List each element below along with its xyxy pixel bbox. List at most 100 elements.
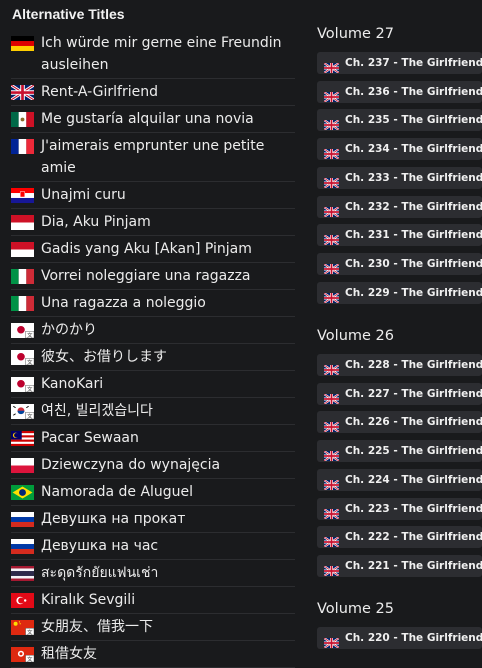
chapter-row[interactable]: Ch. 231 - The Girlfriend ar [317, 224, 482, 247]
alt-title-row: Namorada de Aluguel [11, 479, 295, 506]
alt-title-row: Unajmi curu [11, 182, 295, 209]
de-flag-icon [11, 36, 34, 51]
chapter-row[interactable]: Ch. 229 - The Girlfriend an [317, 281, 482, 304]
fr-flag-icon [11, 139, 34, 154]
id-flag-icon [11, 242, 34, 257]
chapter-title[interactable]: Ch. 234 - The Girlfriend an [345, 143, 482, 155]
chapter-row[interactable]: Ch. 234 - The Girlfriend an [317, 138, 482, 161]
gb-flag-icon [323, 475, 340, 491]
ru-flag-icon [11, 512, 34, 527]
volume-title: Volume 26 [317, 328, 394, 344]
chapter-title[interactable]: Ch. 226 - The Girlfriend an [345, 416, 482, 428]
chapter-title[interactable]: Ch. 224 - The Girlfriend an [345, 474, 482, 486]
chapter-title[interactable]: Ch. 232 - The Girlfriend an [345, 201, 482, 213]
chapter-title[interactable]: Ch. 221 - The Girlfriend ar [345, 560, 482, 572]
chapter-title[interactable]: Ch. 233 - The Girlfriend an [345, 172, 482, 184]
alt-title-text: Dia, Aku Pinjam [41, 214, 151, 230]
chapter-title[interactable]: Ch. 235 - The Girlfriend an [345, 114, 482, 126]
chapter-title[interactable]: Ch. 228 - The Girlfriend an [345, 359, 482, 371]
alt-title-text: 여친, 빌리겠습니다 [41, 403, 153, 419]
chapter-row[interactable]: Ch. 220 - The Girlfriend an [317, 627, 482, 649]
alt-title-row: 文女朋友、借我一下 [11, 614, 295, 641]
alt-title-row: Una ragazza a noleggio [11, 290, 295, 317]
chapter-row[interactable]: Ch. 223 - The Girlfriend an [317, 497, 482, 520]
chapter-title[interactable]: Ch. 222 - The Girlfriend an [345, 531, 482, 543]
th-flag-icon [11, 566, 34, 581]
alt-title-text: Девушка на час [41, 538, 159, 554]
chapter-row[interactable]: Ch. 237 - The Girlfriend ar [317, 52, 482, 74]
gb-flag-icon [323, 115, 340, 132]
alt-title-text: Ich würde mir gerne eine Freundin auslei… [41, 35, 282, 73]
gb-flag-icon [323, 230, 340, 247]
chapter-title[interactable]: Ch. 220 - The Girlfriend an [345, 632, 482, 644]
chapter-title[interactable]: Ch. 236 - The Girlfriend an [345, 86, 482, 98]
alt-title-row: 文 KanoKari [11, 371, 295, 398]
alt-title-row: J'aimerais emprunter une petite amie [11, 133, 295, 182]
gb-flag-icon [323, 360, 340, 376]
alt-title-row: Девушка на прокат [11, 506, 295, 533]
alt-title-text: 女朋友、借我一下 [41, 619, 153, 635]
alt-title-row: สะดุดรักยัยแฟนเช่า [11, 560, 295, 587]
gb-flag-icon [323, 173, 340, 189]
alt-title-text: Una ragazza a noleggio [41, 295, 206, 311]
alt-title-text: Gadis yang Aku [Akan] Pinjam [41, 241, 252, 257]
alt-title-row: Девушка на час [11, 533, 295, 560]
alt-title-text: Rent-A-Girlfriend [41, 84, 158, 100]
chapter-title[interactable]: Ch. 227 - The Girlfriend an [345, 388, 482, 400]
alt-title-row: Ich würde mir gerne eine Freundin auslei… [11, 30, 295, 79]
it-flag-icon [11, 269, 34, 284]
alt-title-row: Me gustaría alquilar una novia [11, 106, 295, 133]
cn-romaji-flag-icon: 文 [11, 620, 34, 635]
chapter-title[interactable]: Ch. 225 - The Girlfriend an [345, 445, 482, 457]
chapter-row[interactable]: Ch. 228 - The Girlfriend an [317, 354, 482, 376]
chapter-row[interactable]: Ch. 226 - The Girlfriend an [317, 411, 482, 434]
gb-flag-icon [323, 532, 340, 549]
alt-title-row: Dziewczyna do wynajęcia [11, 452, 295, 479]
gb-flag-icon [323, 633, 340, 649]
alt-title-text: Dziewczyna do wynajęcia [41, 457, 221, 473]
alt-title-text: Namorada de Aluguel [41, 484, 194, 500]
gb-flag-icon [11, 85, 34, 100]
chapter-row[interactable]: Ch. 232 - The Girlfriend an [317, 195, 482, 218]
jp-romaji-flag-icon: 文 [11, 377, 34, 392]
alt-title-text: 彼女、お借りします [41, 349, 167, 365]
chapter-row[interactable]: Ch. 236 - The Girlfriend an [317, 80, 482, 103]
alt-title-text: Vorrei noleggiare una ragazza [41, 268, 251, 284]
chapter-row[interactable]: Ch. 233 - The Girlfriend an [317, 166, 482, 189]
alt-title-text: Pacar Sewaan [41, 430, 139, 446]
alt-title-row: Vorrei noleggiare una ragazza [11, 263, 295, 290]
gb-flag-icon [323, 561, 340, 577]
chapter-title[interactable]: Ch. 223 - The Girlfriend an [345, 503, 482, 515]
gb-flag-icon [323, 87, 340, 103]
chapter-row[interactable]: Ch. 222 - The Girlfriend an [317, 526, 482, 549]
mx-flag-icon [11, 112, 34, 127]
alt-title-text: かのかり [41, 322, 97, 338]
gb-flag-icon [323, 259, 340, 275]
ru-flag-icon [11, 539, 34, 554]
br-flag-icon [11, 485, 34, 500]
hk-romaji-flag-icon: 文 [11, 647, 34, 662]
chapter-title[interactable]: Ch. 229 - The Girlfriend an [345, 287, 482, 299]
chapter-title[interactable]: Ch. 231 - The Girlfriend ar [345, 229, 482, 241]
alt-title-text: Me gustaría alquilar una novia [41, 111, 254, 127]
alt-title-text: KanoKari [41, 376, 104, 392]
chapter-title[interactable]: Ch. 237 - The Girlfriend ar [345, 57, 482, 69]
my-flag-icon [11, 431, 34, 446]
chapter-row[interactable]: Ch. 221 - The Girlfriend ar [317, 554, 482, 577]
gb-flag-icon [323, 504, 340, 520]
kr-romaji-flag-icon: 文 [11, 404, 34, 419]
alt-title-row: Gadis yang Aku [Akan] Pinjam [11, 236, 295, 263]
alt-title-row: 文 여친, 빌리겠습니다 [11, 398, 295, 425]
alt-title-text: Kiralık Sevgili [41, 592, 136, 608]
hr-flag-icon [11, 188, 34, 203]
pl-flag-icon [11, 458, 34, 473]
chapter-title[interactable]: Ch. 230 - The Girlfriend an [345, 258, 482, 270]
alt-title-row: Pacar Sewaan [11, 425, 295, 452]
alt-title-text: Unajmi curu [41, 187, 126, 203]
tr-flag-icon [11, 593, 34, 608]
chapter-row[interactable]: Ch. 235 - The Girlfriend an [317, 109, 482, 132]
chapter-row[interactable]: Ch. 224 - The Girlfriend an [317, 468, 482, 491]
chapter-row[interactable]: Ch. 225 - The Girlfriend an [317, 440, 482, 463]
chapter-row[interactable]: Ch. 230 - The Girlfriend an [317, 252, 482, 275]
chapter-row[interactable]: Ch. 227 - The Girlfriend an [317, 382, 482, 405]
